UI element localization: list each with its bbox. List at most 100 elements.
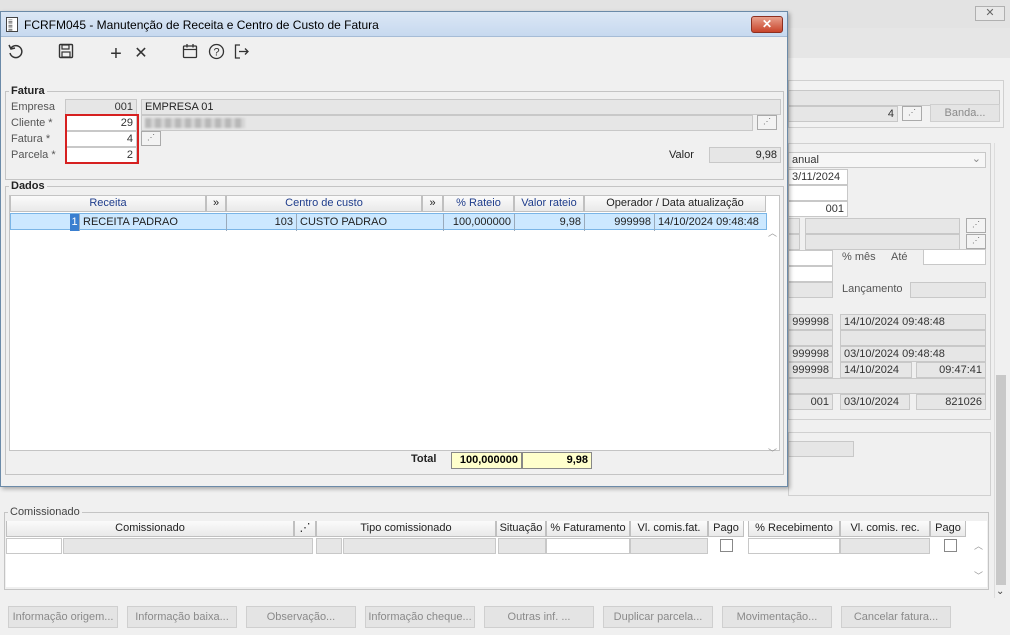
- background-close-button[interactable]: ✕: [975, 6, 1005, 21]
- comissionado-grid: Comissionado ⋰ Tipo comissionado Situaçã…: [6, 521, 987, 587]
- pago-fat-checkbox[interactable]: [720, 539, 733, 552]
- col-vl-comis-fat[interactable]: Vl. comis.fat.: [630, 521, 708, 537]
- ate-label: Até: [891, 251, 908, 263]
- pago-rec-checkbox[interactable]: [944, 539, 957, 552]
- required-fields-highlight: [65, 114, 139, 164]
- rateio-cell[interactable]: 100,000000: [444, 214, 515, 231]
- grid-scroll-up-icon[interactable]: ︿: [768, 226, 777, 239]
- comissionado-input[interactable]: [6, 538, 62, 554]
- outras-inf-button[interactable]: Outras inf. ...: [484, 606, 594, 628]
- close-button[interactable]: ✕: [751, 16, 783, 33]
- fatura-lookup-button[interactable]: ⋰: [141, 131, 161, 146]
- refresh-icon[interactable]: [5, 43, 27, 65]
- comissionado-scroll-up-icon[interactable]: ︿: [974, 539, 983, 552]
- dialog-titlebar[interactable]: ≡ ≡ ≡ FCRFM045 - Manutenção de Receita e C…: [1, 12, 787, 37]
- total-valor-field: 9,98: [522, 452, 592, 469]
- cliente-lookup-button[interactable]: ⋰: [757, 115, 777, 130]
- comissionado-cell-a: [316, 538, 342, 554]
- log-blank-3: [788, 378, 986, 394]
- cc-name-cell[interactable]: CUSTO PADRAO: [297, 214, 444, 231]
- operador-cell[interactable]: 999998: [585, 214, 655, 231]
- ate-field[interactable]: [923, 249, 986, 265]
- scroll-down-icon[interactable]: ⌄: [996, 586, 1004, 597]
- log-time-3: 821026: [916, 394, 986, 410]
- comissionado-cell-f: [748, 538, 840, 554]
- col-tipo-comissionado[interactable]: Tipo comissionado: [316, 521, 496, 537]
- comissionado-scroll-down-icon[interactable]: ﹀: [974, 569, 983, 582]
- pct-mes-label: % mês: [842, 251, 876, 263]
- grid-scroll-down-icon[interactable]: ﹀: [768, 446, 777, 459]
- background-field-a: [788, 218, 800, 234]
- valor-label: Valor: [669, 149, 694, 161]
- log-op-1: 999998: [788, 346, 833, 362]
- add-icon[interactable]: +: [105, 43, 127, 65]
- col-comissionado-ellipsis[interactable]: ⋰: [294, 521, 316, 537]
- col-vl-comis-rec[interactable]: Vl. comis. rec.: [840, 521, 930, 537]
- duplicar-parcela-button[interactable]: Duplicar parcela...: [603, 606, 713, 628]
- valor-field: 9,98: [709, 147, 781, 163]
- background-lower-field: [788, 441, 854, 457]
- col-pct-faturamento[interactable]: % Faturamento: [546, 521, 630, 537]
- background-scrollbar-thumb[interactable]: [996, 375, 1006, 585]
- col-centro-custo-expand[interactable]: »: [422, 196, 443, 212]
- lancamento-label: Lançamento: [842, 283, 903, 295]
- data-cell[interactable]: 14/10/2024 09:48:48: [655, 214, 767, 231]
- col-receita[interactable]: Receita: [10, 196, 206, 212]
- delete-icon[interactable]: ✕: [130, 43, 152, 65]
- background-field-f: [788, 266, 833, 282]
- informacao-cheque-button[interactable]: Informação cheque...: [365, 606, 475, 628]
- col-centro-custo[interactable]: Centro de custo: [226, 196, 422, 212]
- receita-code-cell[interactable]: 1: [70, 214, 80, 231]
- parcela-label: Parcela *: [11, 149, 56, 161]
- col-receita-expand[interactable]: »: [206, 196, 226, 212]
- observacao-button[interactable]: Observação...: [246, 606, 356, 628]
- col-operador-data[interactable]: Operador / Data atualização: [584, 196, 766, 212]
- save-icon[interactable]: [55, 43, 77, 65]
- cliente-name-redacted: [145, 118, 245, 128]
- col-situacao[interactable]: Situação: [496, 521, 546, 537]
- col-pct-recebimento[interactable]: % Recebimento: [748, 521, 840, 537]
- comissionado-cell-d: [546, 538, 630, 554]
- cc-code-cell[interactable]: 103: [227, 214, 297, 231]
- movimentacao-button[interactable]: Movimentação...: [722, 606, 832, 628]
- table-row[interactable]: 1 RECEITA PADRAO 103 CUSTO PADRAO 100,00…: [10, 213, 767, 231]
- log-date-2: 14/10/2024: [840, 362, 912, 378]
- background-field-g: [788, 282, 833, 298]
- log-date-3: 03/10/2024: [840, 394, 910, 410]
- log-blank-1: [788, 330, 833, 346]
- comissionado-legend: Comissionado: [10, 506, 80, 518]
- fatura-legend: Fatura: [11, 85, 45, 97]
- background-ellipsis-3[interactable]: ⋰: [966, 234, 986, 249]
- anual-select-value: anual: [792, 154, 819, 166]
- col-valor-rateio[interactable]: Valor rateio: [514, 196, 584, 212]
- background-ellipsis-button[interactable]: ⋰: [902, 106, 922, 121]
- informacao-baixa-button[interactable]: Informação baixa...: [127, 606, 237, 628]
- dados-grid: Receita » Centro de custo » % Rateio Val…: [9, 195, 780, 458]
- cliente-label: Cliente *: [11, 117, 53, 129]
- cancelar-fatura-button[interactable]: Cancelar fatura...: [841, 606, 951, 628]
- background-date-field: 3/11/2024: [788, 169, 848, 185]
- help-icon[interactable]: ?: [205, 43, 227, 65]
- background-anual-select[interactable]: anual ⌄: [788, 152, 986, 168]
- calendar-icon[interactable]: [179, 43, 201, 65]
- log-blank-2: [840, 330, 986, 346]
- receita-name-cell[interactable]: RECEITA PADRAO: [80, 214, 227, 231]
- background-ellipsis-2[interactable]: ⋰: [966, 218, 986, 233]
- col-pago-1[interactable]: Pago: [708, 521, 744, 537]
- col-pago-2[interactable]: Pago: [930, 521, 966, 537]
- informacao-origem-button[interactable]: Informação origem...: [8, 606, 118, 628]
- valor-rateio-cell[interactable]: 9,98: [515, 214, 585, 231]
- total-label: Total: [411, 453, 437, 465]
- exit-icon[interactable]: [230, 43, 252, 65]
- comissionado-cell-b: [343, 538, 496, 554]
- log-op-2: 999998: [788, 362, 833, 378]
- empresa-name-field: EMPRESA 01: [141, 99, 781, 115]
- comissionado-name-cell: [63, 538, 313, 554]
- col-comissionado[interactable]: Comissionado: [6, 521, 294, 537]
- banda-button[interactable]: Banda...: [930, 104, 1000, 122]
- background-field-e: [788, 250, 833, 266]
- background-blank-field: [788, 185, 848, 201]
- background-field-4: 4: [788, 106, 898, 122]
- total-rateio-field: 100,000000: [451, 452, 522, 469]
- col-pct-rateio[interactable]: % Rateio: [443, 196, 514, 212]
